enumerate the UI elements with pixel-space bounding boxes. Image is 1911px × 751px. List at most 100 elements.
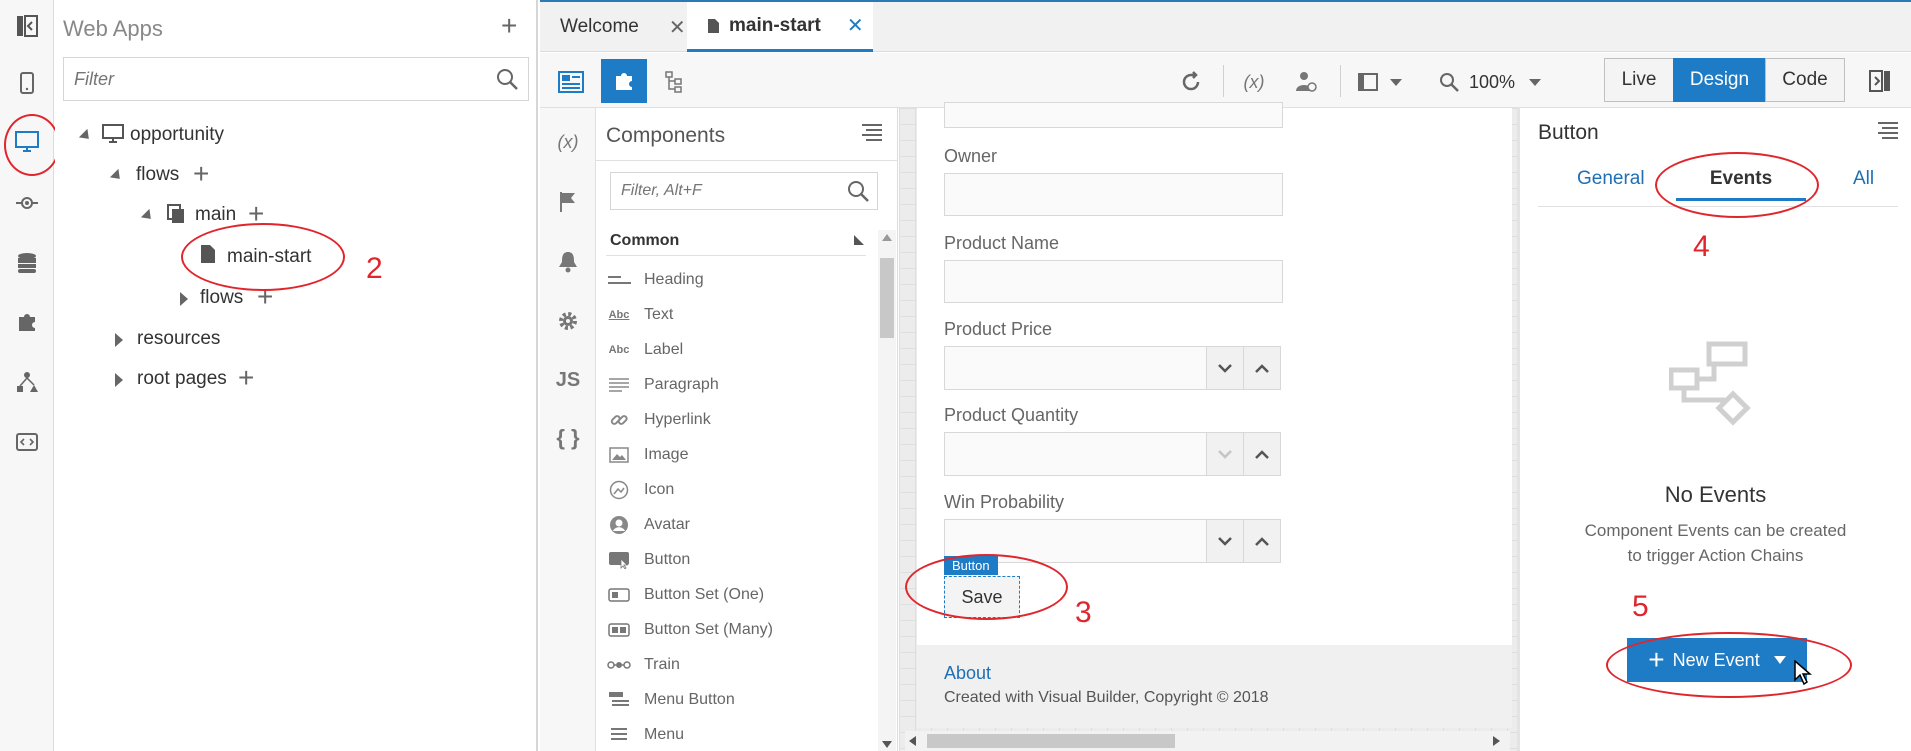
bell-icon[interactable] <box>540 242 596 282</box>
component-hyperlink[interactable]: Hyperlink <box>606 405 711 435</box>
refresh-icon[interactable] <box>1170 61 1212 103</box>
desktop-icon[interactable] <box>0 122 54 162</box>
mode-design-button[interactable]: Design <box>1673 58 1766 102</box>
price-increment-button[interactable] <box>1243 346 1281 390</box>
components-filter-input[interactable] <box>611 173 877 209</box>
component-label[interactable]: Abc Label <box>606 335 684 365</box>
component-label: Button Set (One) <box>644 586 765 603</box>
hamburger-menu-icon[interactable] <box>1877 120 1899 140</box>
component-avatar[interactable]: Avatar <box>606 510 690 540</box>
tree-item-resources[interactable]: resources <box>137 328 220 350</box>
search-icon[interactable] <box>496 68 518 90</box>
chevron-down-icon <box>1218 536 1232 546</box>
probability-increment-button[interactable] <box>1243 519 1281 563</box>
toggle-properties-icon[interactable] <box>1858 59 1902 103</box>
quantity-increment-button[interactable] <box>1243 432 1281 476</box>
web-apps-filter-input[interactable] <box>64 58 528 100</box>
tree-item-root-pages[interactable]: root pages <box>137 368 227 390</box>
section-collapse-icon[interactable] <box>854 235 864 245</box>
search-icon[interactable] <box>847 180 869 202</box>
close-icon[interactable]: ✕ <box>669 15 686 40</box>
components-palette-icon[interactable] <box>601 59 647 103</box>
javascript-icon[interactable]: JS <box>540 360 596 400</box>
structure-icon[interactable] <box>653 61 695 103</box>
toggle-panel-icon[interactable] <box>0 6 54 46</box>
save-button[interactable]: Save <box>944 576 1020 618</box>
web-apps-filter[interactable] <box>63 57 529 101</box>
tab-general[interactable]: General <box>1577 168 1645 190</box>
component-label: Button Set (Many) <box>644 621 773 638</box>
component-button-set-one[interactable]: Button Set (One) <box>606 580 764 610</box>
empty-state-desc-2: to trigger Action Chains <box>1627 546 1804 565</box>
expand-main-icon[interactable] <box>140 208 156 224</box>
canvas-scrollbar-thumb[interactable] <box>927 734 1175 748</box>
tree-item-subflows[interactable]: flows <box>200 287 243 309</box>
tab-events[interactable]: Events <box>1676 168 1806 201</box>
component-train[interactable]: Train <box>606 650 680 680</box>
source-icon[interactable] <box>0 422 54 462</box>
database-icon[interactable] <box>0 243 54 283</box>
section-common-label: Common <box>610 232 680 249</box>
scrollbar-thumb[interactable] <box>880 258 894 338</box>
variables-icon[interactable]: (x) <box>540 122 596 162</box>
tab-main-start[interactable]: main-start ✕ <box>687 2 873 52</box>
tree-item-main-start[interactable]: main-start <box>227 246 311 268</box>
hamburger-menu-icon[interactable] <box>861 122 883 142</box>
component-label: Hyperlink <box>644 411 711 428</box>
about-link[interactable]: About <box>944 663 991 684</box>
probability-decrement-button[interactable] <box>1206 519 1244 563</box>
expand-root-pages-icon[interactable] <box>115 373 123 387</box>
page-designer-icon[interactable] <box>550 61 592 103</box>
expand-subflows-icon[interactable] <box>180 292 188 306</box>
flag-icon[interactable] <box>540 182 596 222</box>
puzzle-icon[interactable] <box>0 302 54 342</box>
json-icon[interactable]: { } <box>540 418 596 458</box>
component-text[interactable]: Abc Text <box>606 300 674 330</box>
add-flow-icon[interactable]: + <box>193 160 209 188</box>
tree-item-opportunity[interactable]: opportunity <box>130 124 224 146</box>
canvas-scrollbar[interactable] <box>905 731 1510 751</box>
component-icon[interactable]: Icon <box>606 475 674 505</box>
component-image[interactable]: Image <box>606 440 688 470</box>
add-subflow-icon[interactable]: + <box>257 283 273 311</box>
add-page-icon[interactable]: + <box>248 200 264 228</box>
properties-panel: Button General Events All No Events Comp… <box>1517 108 1911 751</box>
add-root-page-icon[interactable]: + <box>238 364 254 392</box>
partial-input[interactable] <box>944 102 1283 128</box>
owner-input[interactable] <box>944 173 1283 216</box>
variables-toggle-icon[interactable]: (x) <box>1233 61 1275 103</box>
component-button[interactable]: Button <box>606 545 690 575</box>
tree-item-main[interactable]: main <box>195 204 236 226</box>
zoom-selector[interactable]: 100% <box>1435 61 1545 103</box>
add-app-icon[interactable]: + <box>501 12 517 40</box>
close-icon[interactable]: ✕ <box>847 13 864 38</box>
components-filter[interactable] <box>610 172 878 210</box>
component-menu[interactable]: Menu <box>606 720 684 750</box>
screen-size-icon[interactable] <box>1350 61 1410 103</box>
component-heading[interactable]: Heading <box>606 265 704 295</box>
component-menu-button[interactable]: Menu Button <box>606 685 735 715</box>
price-decrement-button[interactable] <box>1206 346 1244 390</box>
process-icon[interactable] <box>0 362 54 402</box>
mode-live-button[interactable]: Live <box>1604 58 1674 102</box>
expand-resources-icon[interactable] <box>115 333 123 347</box>
expand-opportunity-icon[interactable] <box>78 128 94 144</box>
new-event-button[interactable]: + New Event <box>1627 638 1807 682</box>
user-role-icon[interactable] <box>1285 61 1327 103</box>
product-price-input[interactable] <box>944 346 1207 390</box>
mode-code-button[interactable]: Code <box>1765 58 1845 102</box>
service-connection-icon[interactable] <box>0 183 54 223</box>
tab-all[interactable]: All <box>1853 168 1874 190</box>
settings-gear-icon[interactable] <box>540 301 596 341</box>
expand-flows-icon[interactable] <box>109 168 125 184</box>
tab-welcome[interactable]: Welcome ✕ <box>560 2 686 52</box>
product-quantity-input[interactable] <box>944 432 1207 476</box>
mobile-icon[interactable] <box>0 63 54 103</box>
component-button-set-many[interactable]: Button Set (Many) <box>606 615 773 645</box>
components-scrollbar[interactable] <box>878 230 896 751</box>
dropdown-caret-icon[interactable] <box>1773 656 1786 664</box>
tree-item-flows[interactable]: flows <box>136 164 179 186</box>
product-name-input[interactable] <box>944 260 1283 303</box>
component-paragraph[interactable]: Paragraph <box>606 370 719 400</box>
quantity-decrement-button[interactable] <box>1206 432 1244 476</box>
